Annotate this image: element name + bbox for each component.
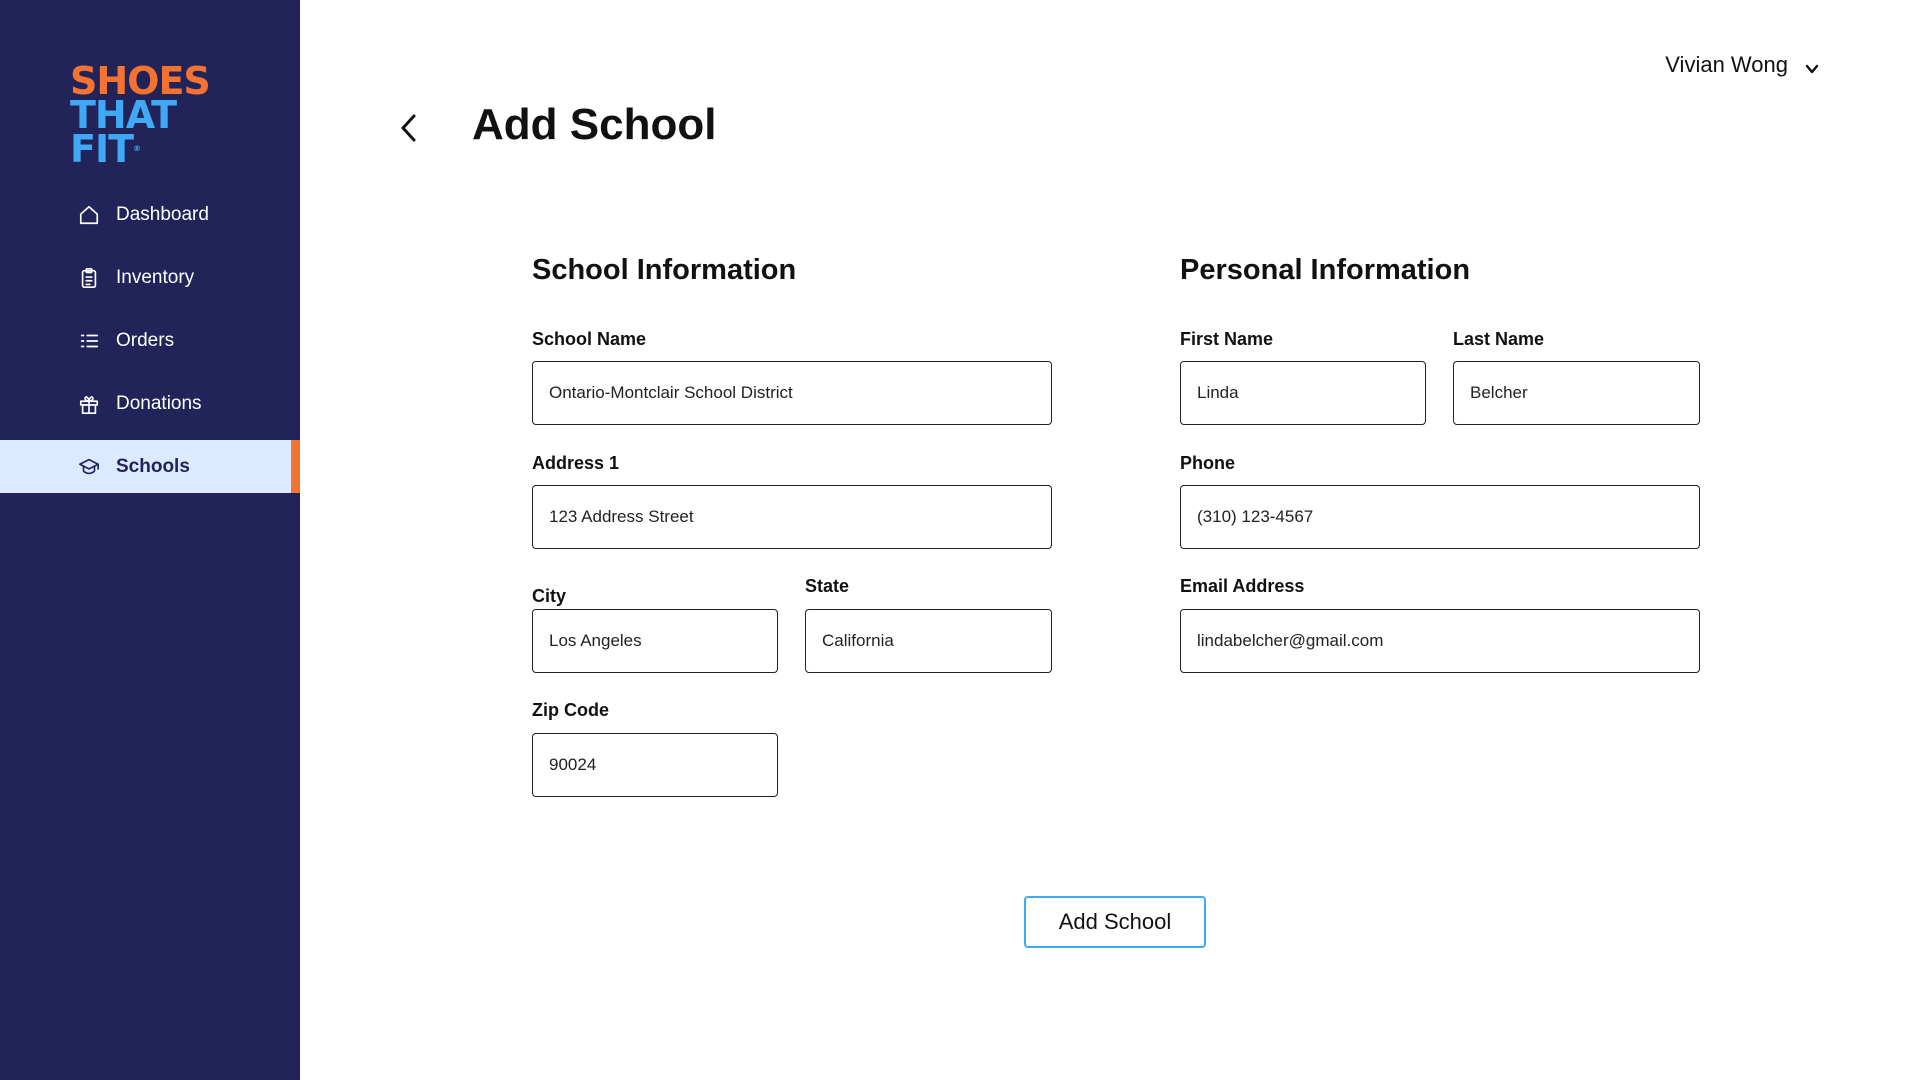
clipboard-icon — [78, 267, 100, 289]
sidebar-item-label: Schools — [116, 455, 190, 477]
logo-line-2: THAT FIT® — [70, 96, 250, 168]
zip-label: Zip Code — [532, 700, 609, 720]
phone-input[interactable] — [1180, 485, 1700, 549]
chevron-left-icon — [401, 114, 416, 142]
last-name-input[interactable] — [1453, 361, 1700, 425]
first-name-input[interactable] — [1180, 361, 1426, 425]
sidebar-item-label: Donations — [116, 392, 202, 414]
city-label: City — [532, 586, 567, 606]
sidebar-item-orders[interactable]: Orders — [0, 314, 300, 367]
sidebar-item-schools[interactable]: Schools — [0, 440, 300, 493]
graduation-cap-icon — [78, 456, 100, 478]
phone-label: Phone — [1180, 453, 1236, 473]
address1-label: Address 1 — [532, 453, 620, 473]
school-name-input[interactable] — [532, 361, 1052, 425]
gift-icon — [78, 393, 100, 415]
email-label: Email Address — [1180, 576, 1305, 596]
sidebar: SHOES THAT FIT® Dashboard Inventory Orde… — [0, 0, 300, 1080]
zip-input[interactable] — [532, 733, 778, 797]
state-label: State — [805, 576, 850, 596]
user-name: Vivian Wong — [1665, 52, 1788, 77]
brand-logo[interactable]: SHOES THAT FIT® — [70, 62, 250, 168]
school-name-label: School Name — [532, 329, 647, 349]
back-button[interactable] — [394, 110, 424, 146]
city-input[interactable] — [532, 609, 778, 673]
sidebar-item-dashboard[interactable]: Dashboard — [0, 188, 300, 241]
logo-line-2-text: THAT FIT — [70, 93, 177, 171]
sidebar-item-label: Inventory — [116, 266, 195, 288]
logo-trademark: ® — [133, 144, 141, 153]
chevron-down-icon — [1804, 57, 1820, 74]
sidebar-item-inventory[interactable]: Inventory — [0, 251, 300, 304]
state-input[interactable] — [805, 609, 1052, 673]
first-name-label: First Name — [1180, 329, 1274, 349]
home-icon — [78, 204, 100, 226]
sidebar-item-label: Orders — [116, 329, 175, 351]
last-name-label: Last Name — [1453, 329, 1545, 349]
list-icon — [78, 330, 100, 352]
sidebar-item-donations[interactable]: Donations — [0, 377, 300, 430]
sidebar-nav: Dashboard Inventory Orders Donations Sch… — [0, 188, 300, 503]
user-menu[interactable]: Vivian Wong — [1665, 52, 1820, 78]
personal-info-title: Personal Information — [1180, 254, 1471, 286]
page-title: Add School — [472, 100, 717, 149]
add-school-button[interactable]: Add School — [1024, 896, 1206, 948]
sidebar-item-label: Dashboard — [116, 203, 209, 225]
address1-input[interactable] — [532, 485, 1052, 549]
email-input[interactable] — [1180, 609, 1700, 673]
school-info-title: School Information — [532, 254, 797, 286]
